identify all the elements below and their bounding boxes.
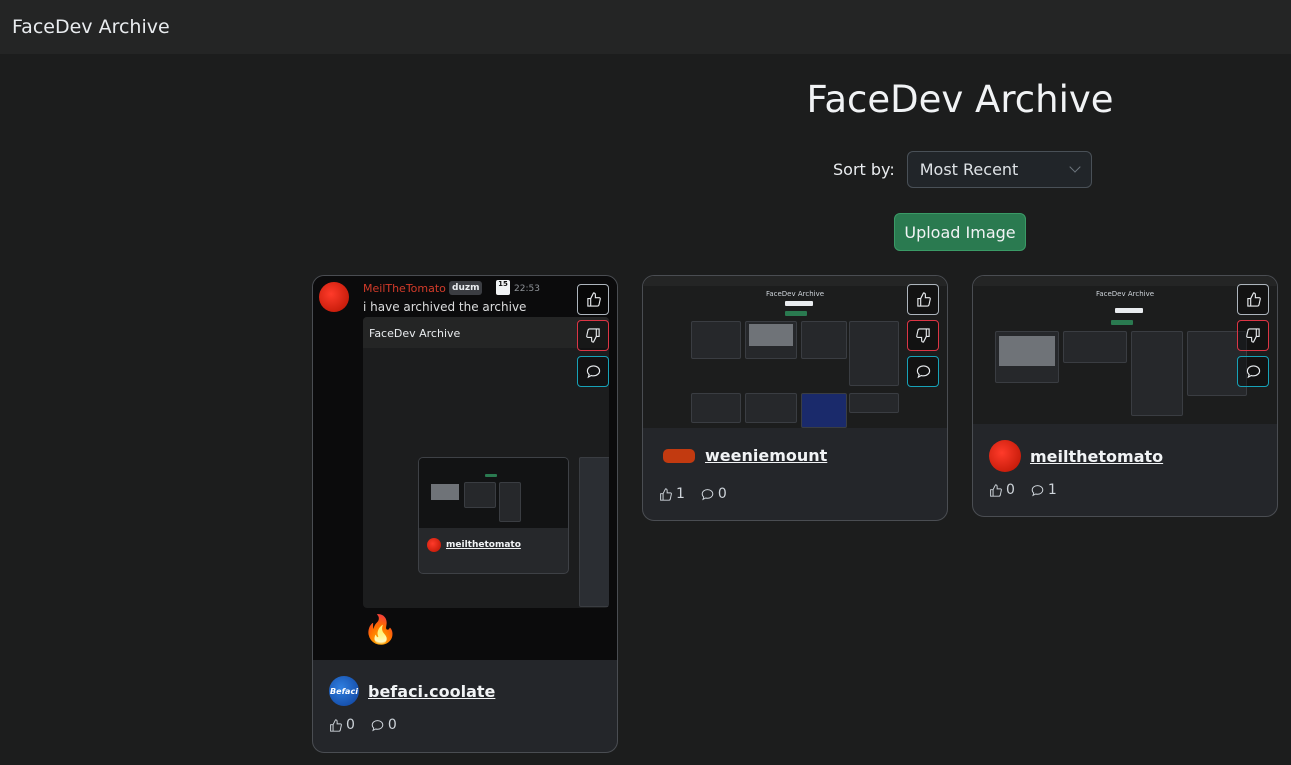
thumbs-up-icon xyxy=(660,487,672,501)
post-stats: 0 1 xyxy=(989,482,1057,498)
author-avatar-label: Befaci xyxy=(330,686,358,696)
navbar-brand[interactable]: FaceDev Archive xyxy=(12,16,170,38)
sort-row: Sort by: Most Recent xyxy=(833,151,1092,188)
discord-time: 22:53 xyxy=(514,284,540,294)
navbar: FaceDev Archive xyxy=(0,0,1291,54)
thumbs-up-icon xyxy=(330,718,342,732)
author-avatar: Befaci xyxy=(329,676,359,706)
upload-image-button[interactable]: Upload Image xyxy=(894,213,1026,251)
discord-tag: duzm xyxy=(449,281,483,295)
thumbs-down-icon xyxy=(915,328,930,343)
comment-count: 0 xyxy=(701,486,727,502)
discord-username: MeilTheTomato xyxy=(363,282,446,295)
embed-avatar xyxy=(427,538,441,552)
dislike-button[interactable] xyxy=(907,320,939,351)
like-count: 1 xyxy=(659,486,685,502)
like-button[interactable] xyxy=(1237,284,1269,315)
comment-icon xyxy=(1031,484,1044,496)
author-avatar xyxy=(663,448,695,463)
comment-count: 1 xyxy=(1031,482,1057,498)
comment-icon xyxy=(586,365,600,379)
screenshot-title: FaceDev Archive xyxy=(1095,290,1155,298)
like-count-value: 0 xyxy=(346,717,355,733)
embed-author-name: meilthetomato xyxy=(446,540,521,550)
comment-count-value: 0 xyxy=(387,717,397,733)
post-author: meilthetomato xyxy=(989,440,1163,472)
comment-count: 0 xyxy=(371,717,397,733)
sort-select-value: Most Recent xyxy=(919,160,1019,179)
screenshot-navbar xyxy=(643,276,947,286)
author-avatar xyxy=(989,440,1021,472)
thumbs-up-icon xyxy=(990,483,1002,497)
comment-button[interactable] xyxy=(577,356,609,387)
comment-icon xyxy=(1246,365,1260,379)
post-card: FaceDev Archive meilthetomato 0 1 xyxy=(972,275,1278,517)
like-count-value: 0 xyxy=(1006,482,1015,498)
author-link[interactable]: weeniemount xyxy=(705,446,827,465)
like-button[interactable] xyxy=(907,284,939,315)
dislike-button[interactable] xyxy=(1237,320,1269,351)
like-count: 0 xyxy=(329,717,355,733)
comment-button[interactable] xyxy=(1237,356,1269,387)
vote-buttons xyxy=(1237,284,1269,387)
comment-count-value: 0 xyxy=(717,486,727,502)
thumbs-down-icon xyxy=(585,328,600,343)
vote-buttons xyxy=(577,284,609,387)
post-author: weeniemount xyxy=(659,446,827,465)
post-author: Befaci befaci.coolate xyxy=(329,676,495,706)
embed-mini-card: meilthetomato xyxy=(418,457,569,574)
like-button[interactable] xyxy=(577,284,609,315)
dislike-button[interactable] xyxy=(577,320,609,351)
comment-count-value: 1 xyxy=(1047,482,1057,498)
comment-icon xyxy=(916,365,930,379)
embed-navbar: FaceDev Archive xyxy=(363,317,609,348)
discord-embed: FaceDev Archive meilthetomato xyxy=(363,317,609,608)
screenshot-title: FaceDev Archive xyxy=(765,290,825,298)
post-image[interactable]: FaceDev Archive xyxy=(643,276,947,428)
screenshot-navbar xyxy=(973,276,1277,286)
comment-icon xyxy=(371,719,384,731)
like-count-value: 1 xyxy=(676,486,685,502)
discord-avatar xyxy=(319,282,349,312)
vote-buttons xyxy=(907,284,939,387)
post-card: FaceDev Archive weeniemount 1 0 xyxy=(642,275,948,521)
sort-select[interactable]: Most Recent xyxy=(906,151,1092,188)
post-image[interactable]: MeilTheTomato duzm 15 22:53 i have archi… xyxy=(313,276,617,660)
chevron-down-icon xyxy=(1069,161,1081,173)
comment-button[interactable] xyxy=(907,356,939,387)
thumbs-up-icon xyxy=(586,292,601,307)
post-stats: 0 0 xyxy=(329,717,397,733)
author-link[interactable]: befaci.coolate xyxy=(368,682,495,701)
discord-badge: 15 xyxy=(496,280,510,295)
thumbs-down-icon xyxy=(1245,328,1260,343)
fire-reaction: 🔥 xyxy=(363,613,398,646)
thumbs-up-icon xyxy=(1246,292,1261,307)
thumbs-up-icon xyxy=(916,292,931,307)
author-link[interactable]: meilthetomato xyxy=(1030,447,1163,466)
discord-message: i have archived the archive xyxy=(363,300,527,314)
post-image[interactable]: FaceDev Archive xyxy=(973,276,1277,424)
post-stats: 1 0 xyxy=(659,486,727,502)
embed-mini-shot xyxy=(419,458,568,528)
sort-label: Sort by: xyxy=(833,160,895,179)
embed-author: meilthetomato xyxy=(427,538,521,552)
like-count: 0 xyxy=(989,482,1015,498)
embed-side-card xyxy=(579,457,609,607)
comment-icon xyxy=(701,488,714,500)
post-card: MeilTheTomato duzm 15 22:53 i have archi… xyxy=(312,275,618,753)
page-title: FaceDev Archive xyxy=(806,78,1114,121)
